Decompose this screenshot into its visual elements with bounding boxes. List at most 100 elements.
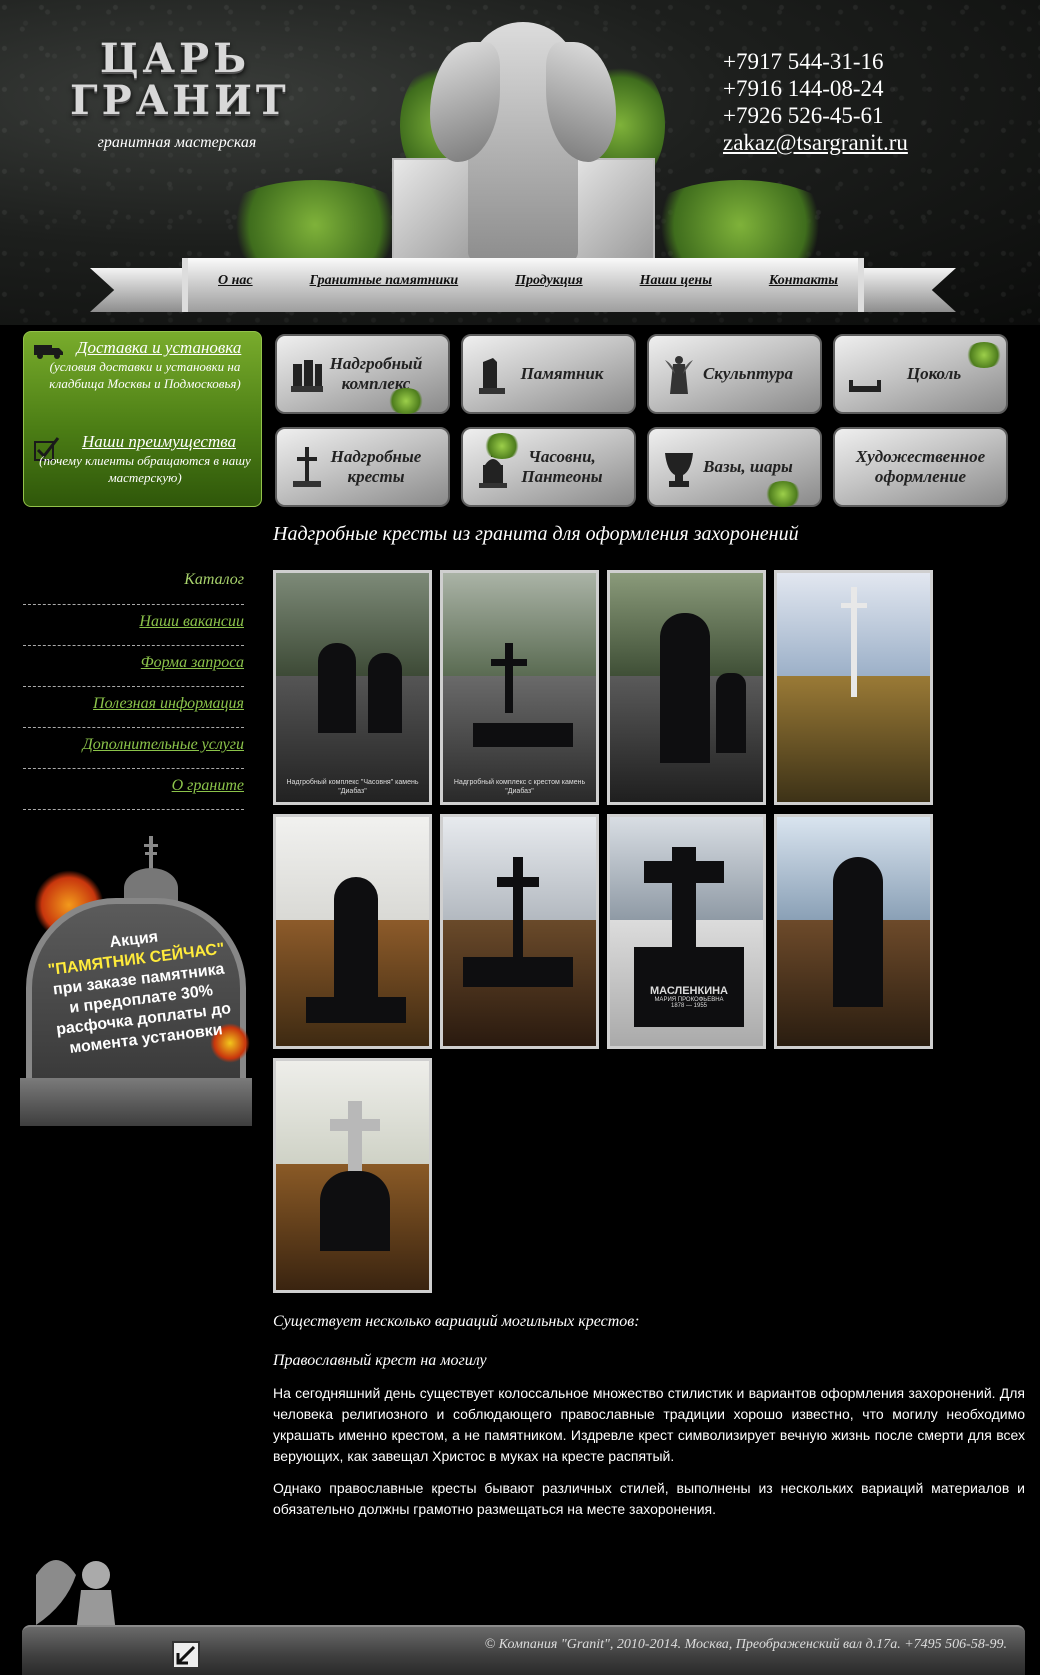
promo-text: Акция "ПАМЯТНИК СЕЙЧАС" при заказе памят… <box>43 919 236 1060</box>
gallery-photo[interactable] <box>273 1058 432 1293</box>
monument-shape <box>833 857 883 1007</box>
delivery-description: (условия доставки и установки на кладбищ… <box>49 359 241 391</box>
advantages-description: (почему клиенты обращаются в нашу мастер… <box>39 453 251 485</box>
paragraph-1: На сегодняшний день существует колоссаль… <box>273 1385 1025 1464</box>
memorial-inscription: МАСЛЕНКИНА МАРИЯ ПРОКОФЬЕВНА 1878 — 1955 <box>634 985 744 1009</box>
monument-shape <box>463 957 573 987</box>
side-menu-item-vacancies: Наши вакансии <box>23 605 244 646</box>
monument-shape <box>334 877 378 1017</box>
logo-line-1: ЦАРЬ <box>99 35 251 82</box>
category-vases[interactable]: Вазы, шары <box>647 427 822 507</box>
phone-1: +7917 544-31-16 <box>723 49 884 74</box>
gallery-photo[interactable] <box>774 570 933 805</box>
delivery-link[interactable]: Доставка и установка <box>34 338 256 358</box>
nav-products[interactable]: Продукция <box>515 273 583 289</box>
ivy-leaves-left <box>215 180 415 270</box>
gallery-photo[interactable] <box>774 814 933 1049</box>
category-label: Памятник <box>520 364 604 383</box>
cross-shape <box>644 861 724 883</box>
promo-banner[interactable]: Акция "ПАМЯТНИК СЕЙЧАС" при заказе памят… <box>20 828 252 1128</box>
nav-about[interactable]: О нас <box>218 273 253 289</box>
promo-base <box>20 1078 252 1126</box>
section-heading: Православный крест на могилу <box>273 1352 487 1369</box>
cross-shape <box>505 643 513 713</box>
gallery-photo[interactable] <box>273 814 432 1049</box>
gallery-photo[interactable] <box>607 570 766 805</box>
cross-shape <box>348 1101 362 1181</box>
nav-ribbon: О нас Гранитные памятники Продукция Наши… <box>90 258 956 314</box>
category-label: Художественное оформление <box>855 447 986 486</box>
monument-shape <box>716 673 746 753</box>
memorial-name: МАСЛЕНКИНА <box>649 985 728 997</box>
monument-shape <box>660 613 710 763</box>
phone-3: +7926 526-45-61 <box>723 103 884 128</box>
photo-caption: Надгробный комплекс с крестом камень "Ди… <box>453 779 586 795</box>
monument-shape <box>306 997 406 1023</box>
side-menu-link[interactable]: Полезная информация <box>93 695 244 712</box>
contacts: +7917 544-31-16 +7916 144-08-24 +7926 52… <box>723 48 908 156</box>
category-art-design[interactable]: Художественное оформление <box>833 427 1008 507</box>
side-menu-item-request-form: Форма запроса <box>23 646 244 687</box>
info-box: Доставка и установка (условия доставки и… <box>23 331 262 507</box>
category-label: Надгробные кресты <box>330 447 422 486</box>
arrow-icon <box>176 1645 196 1665</box>
category-label: Скульптура <box>702 364 794 383</box>
header: ЦАРЬ ГРАНИТ гранитная мастерская +7917 5… <box>0 0 1040 325</box>
logo[interactable]: ЦАРЬ ГРАНИТ <box>70 35 290 124</box>
side-menu-link[interactable]: Наши вакансии <box>139 613 244 630</box>
main-nav: О нас Гранитные памятники Продукция Наши… <box>218 273 838 289</box>
gallery-photo[interactable] <box>440 814 599 1049</box>
phone-2: +7916 144-08-24 <box>723 76 884 101</box>
cross-shape <box>841 603 867 608</box>
side-menu-link[interactable]: Дополнительные услуги <box>83 736 244 753</box>
side-menu-item-extra-services: Дополнительные услуги <box>23 728 244 769</box>
gallery-photo[interactable]: Надгробный комплекс "Часовня" камень "Ди… <box>273 570 432 805</box>
nav-prices[interactable]: Наши цены <box>640 273 712 289</box>
side-menu-link[interactable]: О граните <box>172 777 244 794</box>
category-label: Часовни, Пантеоны <box>521 447 603 486</box>
side-menu-link[interactable]: Форма запроса <box>141 654 244 671</box>
section-lead: Существует несколько вариаций могильных … <box>273 1313 640 1330</box>
leaf-sprig <box>483 433 521 459</box>
monument-shape <box>318 643 356 733</box>
monument-shape <box>473 723 573 747</box>
side-menu-item-useful-info: Полезная информация <box>23 687 244 728</box>
category-tombstone-complex[interactable]: Надгробный комплекс <box>275 334 450 414</box>
side-menu-link[interactable]: Каталог <box>184 571 244 588</box>
gallery-photo[interactable]: МАСЛЕНКИНА МАРИЯ ПРОКОФЬЕВНА 1878 — 1955 <box>607 814 766 1049</box>
side-menu-item-about-granite: О граните <box>23 769 244 810</box>
cross-shape <box>491 659 527 666</box>
advantages-block: Наши преимущества (почему клиенты обраща… <box>34 432 256 486</box>
monument-shape <box>320 1171 390 1251</box>
logo-line-2: ГРАНИТ <box>70 77 290 124</box>
nav-granite-monuments[interactable]: Гранитные памятники <box>310 273 459 289</box>
cross-shape <box>330 1119 380 1131</box>
cross-shape <box>513 857 523 967</box>
leaf-sprig <box>965 342 1003 368</box>
paragraph-2: Однако православные кресты бывают различ… <box>273 1480 1025 1517</box>
monument-shape <box>368 653 402 733</box>
footer: © Компания "Granit", 2010-2014. Москва, … <box>22 1625 1025 1675</box>
category-plinth[interactable]: Цоколь <box>833 334 1008 414</box>
email-link[interactable]: zakaz@tsargranit.ru <box>723 129 908 156</box>
page-title: Надгробные кресты из гранита для оформле… <box>273 523 799 545</box>
side-menu-item-catalog: Каталог <box>23 563 244 605</box>
nav-contacts[interactable]: Контакты <box>769 273 838 289</box>
advantages-link[interactable]: Наши преимущества <box>34 432 256 452</box>
logo-subtitle: гранитная мастерская <box>97 134 257 151</box>
category-monument[interactable]: Памятник <box>461 334 636 414</box>
angel-statue <box>430 22 616 262</box>
photo-caption: Надгробный комплекс "Часовня" камень "Ди… <box>286 779 419 795</box>
delivery-block: Доставка и установка (условия доставки и… <box>34 338 256 392</box>
category-sculpture[interactable]: Скульптура <box>647 334 822 414</box>
side-menu: Каталог Наши вакансии Форма запроса Поле… <box>23 563 244 810</box>
cross-shape <box>497 877 539 887</box>
category-chapels[interactable]: Часовни, Пантеоны <box>461 427 636 507</box>
leaf-sprig <box>387 388 425 414</box>
leaf-sprig <box>764 481 802 507</box>
category-crosses[interactable]: Надгробные кресты <box>275 427 450 507</box>
copyright: © Компания "Granit", 2010-2014. Москва, … <box>484 1637 1007 1652</box>
stats-counter-icon[interactable] <box>172 1641 200 1669</box>
memorial-years: 1878 — 1955 <box>670 1003 708 1009</box>
gallery-photo[interactable]: Надгробный комплекс с крестом камень "Ди… <box>440 570 599 805</box>
